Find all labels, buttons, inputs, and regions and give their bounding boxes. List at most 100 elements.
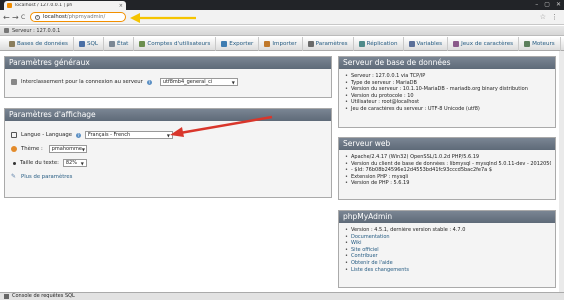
maximize-icon[interactable]: ▢ [544, 1, 550, 8]
theme-icon [11, 146, 17, 152]
list-item: Version du protocole : 10 [343, 93, 551, 100]
list-item: Jeu de caractères du serveur : UTF-8 Uni… [343, 106, 551, 113]
language-value: Français - French [87, 132, 131, 138]
web-server-info-list: Apache/2.4.17 (Win32) OpenSSL/1.0.2d PHP… [343, 154, 551, 187]
menu-item-label: Bases de données [17, 40, 68, 47]
list-item: - $Id: 76b08b24596e12d4553bd41fc93cccd5b… [343, 167, 551, 174]
chevron-down-icon: ▼ [231, 79, 235, 85]
theme-value: pmahomme [51, 146, 82, 152]
menu-item-label: Comptes d'utilisateurs [147, 40, 211, 47]
collation-value: utf8mb4_general_ci [162, 79, 213, 85]
tab-close-icon[interactable]: × [119, 3, 123, 9]
panel-title: Paramètres généraux [5, 57, 331, 69]
help-icon[interactable]: ? [146, 79, 152, 85]
list-item: Extension PHP : mysqli [343, 174, 551, 181]
url-host: localhost [43, 14, 67, 20]
url-path: /phpmyadmin/ [66, 14, 106, 20]
collation-label: Interclassement pour la connexion au ser… [21, 79, 143, 85]
list-item[interactable]: Documentation [343, 234, 551, 241]
fontsize-value: 82% [65, 160, 77, 166]
menu-item-3[interactable]: Comptes d'utilisateurs [134, 36, 217, 51]
menu-icon [408, 40, 415, 47]
browser-menu-icon[interactable]: ⋮ [551, 13, 558, 21]
menu-item-0[interactable]: Bases de données [4, 36, 74, 51]
panel-title: Serveur de base de données [339, 57, 555, 69]
list-item: Version du client de base de données : l… [343, 161, 551, 168]
list-item: Version de PHP : 5.6.19 [343, 180, 551, 187]
menu-item-label: Exporter [229, 40, 254, 47]
console-icon [4, 294, 9, 299]
fontsize-select[interactable]: 82% ▼ [62, 159, 87, 167]
db-server-info-list: Serveur : 127.0.0.1 via TCP/IPType de se… [343, 73, 551, 113]
list-item[interactable]: Site officiel [343, 247, 551, 254]
fontsize-label: Taille du texte: [20, 160, 59, 166]
menu-item-7[interactable]: Réplication [354, 36, 404, 51]
help-icon[interactable]: ? [75, 132, 81, 138]
minimize-icon[interactable]: – [535, 1, 538, 8]
info-icon[interactable]: i [35, 14, 40, 20]
list-item: Version du serveur : 10.1.10-MariaDB - m… [343, 86, 551, 93]
server-label[interactable]: Serveur : 127.0.0.1 [12, 28, 60, 34]
bookmark-star-icon[interactable]: ☆ [540, 13, 546, 21]
menu-item-2[interactable]: État [104, 36, 135, 51]
menu-icon [453, 40, 460, 47]
address-bar[interactable]: i localhost/phpmyadmin/ [30, 12, 126, 22]
general-settings-panel: Paramètres généraux Interclassement pour… [4, 56, 332, 98]
browser-tabstrip: localhost / 127.0.0.1 | ph × – ▢ ✕ [0, 0, 564, 10]
back-icon[interactable]: ← [3, 13, 10, 22]
menu-item-4[interactable]: Exporter [216, 36, 260, 51]
language-icon [11, 132, 17, 138]
more-settings-link[interactable]: Plus de paramètres [21, 174, 72, 180]
menu-item-5[interactable]: Importer [259, 36, 303, 51]
menu-item-label: Variables [416, 40, 443, 47]
browser-tab[interactable]: localhost / 127.0.0.1 | ph × [4, 1, 126, 10]
forward-icon[interactable]: → [12, 13, 19, 22]
menu-icon [109, 40, 116, 47]
list-item: Version : 4.5.1, dernière version stable… [343, 227, 551, 234]
menu-icon [307, 40, 314, 47]
menu-icon [9, 40, 15, 47]
menu-item-9[interactable]: Jeux de caractères [448, 36, 520, 51]
phpmyadmin-info-list: Version : 4.5.1, dernière version stable… [343, 227, 551, 273]
menu-item-label: Réplication [366, 40, 398, 47]
menu-item-8[interactable]: Variables [404, 36, 449, 51]
console-label: Console de requêtes SQL [12, 293, 75, 299]
list-item[interactable]: Contribuer [343, 253, 551, 260]
close-window-icon[interactable]: ✕ [556, 1, 561, 8]
phpmyadmin-panel: phpMyAdmin Version : 4.5.1, dernière ver… [338, 210, 556, 288]
panel-title: phpMyAdmin [339, 211, 555, 223]
menu-icon [78, 40, 85, 47]
window-controls: – ▢ ✕ [535, 1, 561, 8]
tab-title: localhost / 127.0.0.1 | ph [15, 3, 73, 8]
list-item[interactable]: Wiki [343, 240, 551, 247]
chevron-down-icon: ▼ [81, 146, 85, 152]
menu-icon [524, 40, 531, 47]
yellow-annotation-arrow [130, 13, 196, 23]
collation-select[interactable]: utf8mb4_general_ci ▼ [159, 78, 238, 86]
server-breadcrumb: Serveur : 127.0.0.1 [0, 26, 564, 36]
red-annotation-arrow [170, 115, 273, 137]
sql-console-bar[interactable]: Console de requêtes SQL [0, 292, 564, 300]
menu-item-10[interactable]: Moteurs [519, 36, 561, 51]
menu-item-6[interactable]: Paramètres [303, 36, 354, 51]
list-item[interactable]: Obtenir de l'aide [343, 260, 551, 267]
chevron-down-icon: ▼ [80, 160, 84, 166]
collation-icon [11, 79, 17, 85]
menu-icon [221, 40, 228, 47]
pma-favicon-icon [7, 3, 12, 8]
reload-icon[interactable]: C [21, 14, 25, 21]
scrollbar[interactable] [559, 51, 564, 292]
menu-item-label: SQL [86, 40, 99, 47]
list-item[interactable]: Liste des changements [343, 267, 551, 274]
language-label: Langue - Language [21, 132, 72, 138]
list-item: Apache/2.4.17 (Win32) OpenSSL/1.0.2d PHP… [343, 154, 551, 161]
menu-item-label: Moteurs [532, 40, 555, 47]
panel-title: Serveur web [339, 138, 555, 150]
language-select[interactable]: Français - French ▼ [84, 131, 173, 139]
menu-item-1[interactable]: SQL [74, 36, 105, 51]
main-menu: Bases de données SQL État Comptes d'utilisa… [0, 36, 564, 51]
theme-select[interactable]: pmahomme ▼ [48, 145, 87, 153]
bullet-icon [13, 161, 16, 165]
browser-toolbar: ← → C i localhost/phpmyadmin/ ☆ ⋮ [0, 10, 564, 25]
list-item: Serveur : 127.0.0.1 via TCP/IP [343, 73, 551, 80]
